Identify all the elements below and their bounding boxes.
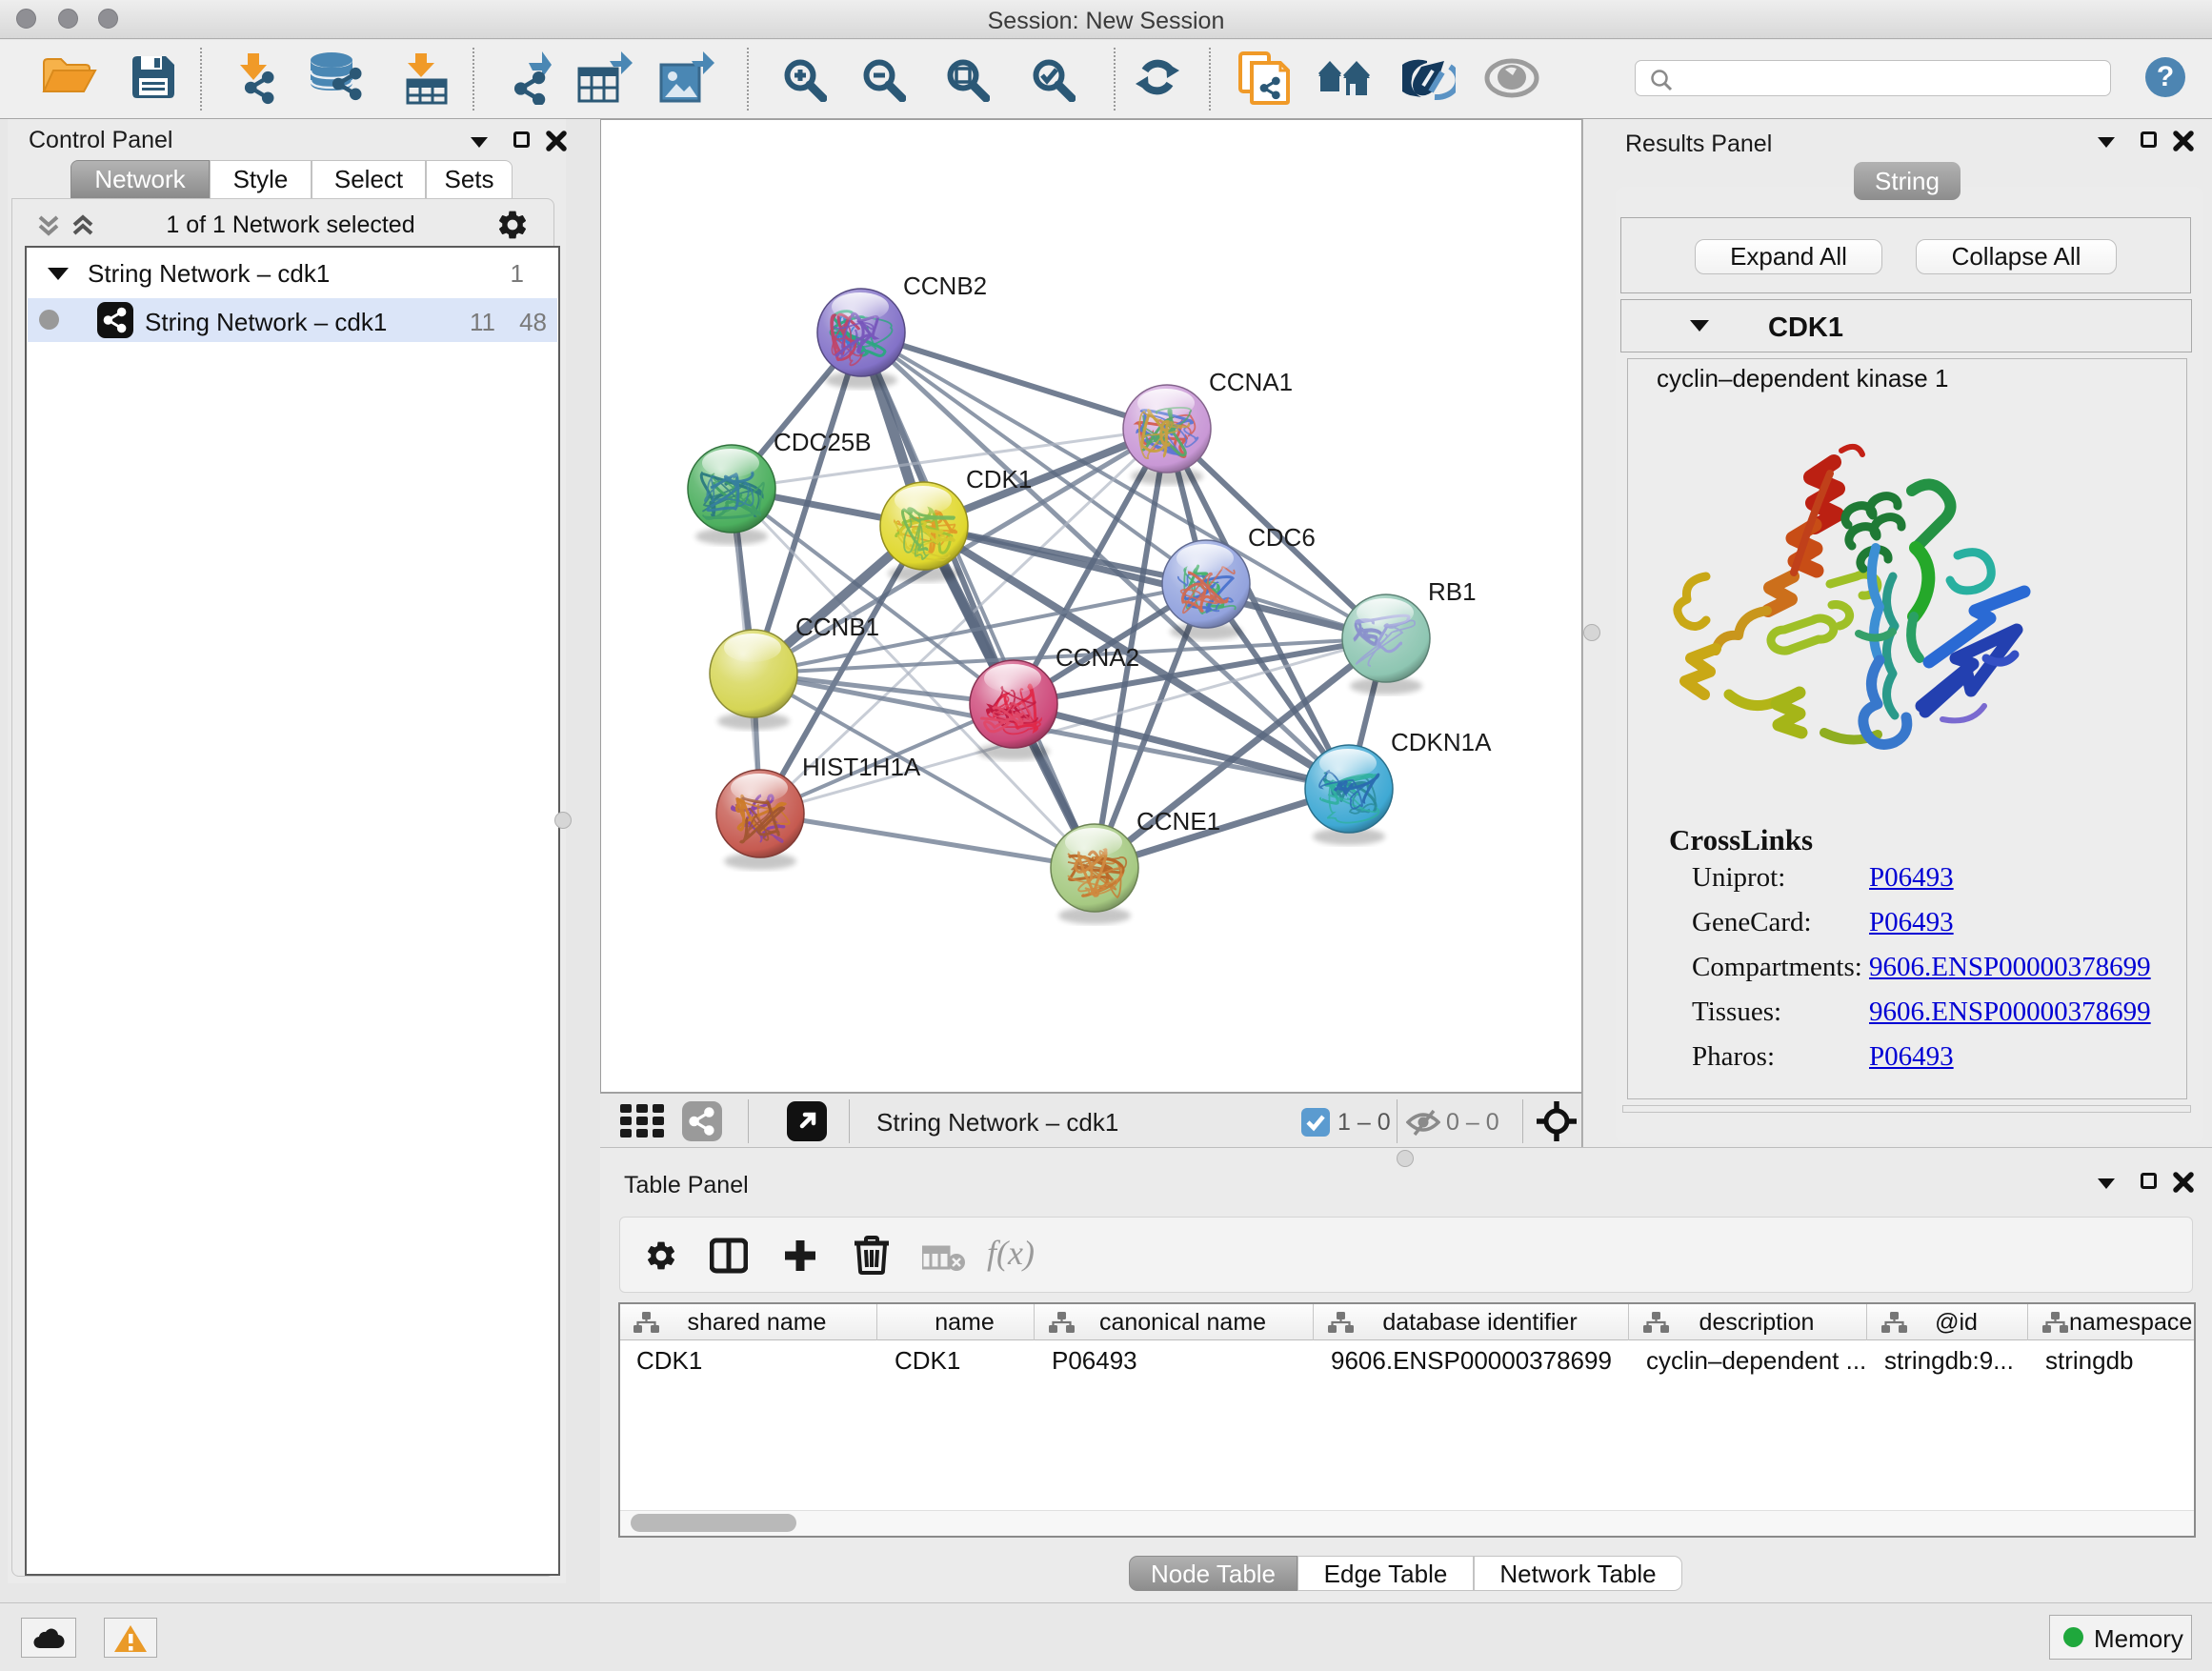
svg-text:CCNB1: CCNB1 [795, 613, 879, 641]
svg-text:CDC25B: CDC25B [774, 428, 872, 456]
svg-text:CCNA2: CCNA2 [1056, 643, 1139, 672]
svg-text:CCNB2: CCNB2 [903, 272, 987, 300]
svg-text:CCNA1: CCNA1 [1209, 368, 1293, 396]
svg-text:CDC6: CDC6 [1248, 523, 1316, 552]
svg-text:CDKN1A: CDKN1A [1391, 728, 1492, 756]
svg-text:CCNE1: CCNE1 [1136, 807, 1220, 836]
svg-text:CDK1: CDK1 [966, 465, 1032, 493]
svg-text:HIST1H1A: HIST1H1A [802, 753, 921, 781]
svg-text:RB1: RB1 [1428, 577, 1477, 606]
